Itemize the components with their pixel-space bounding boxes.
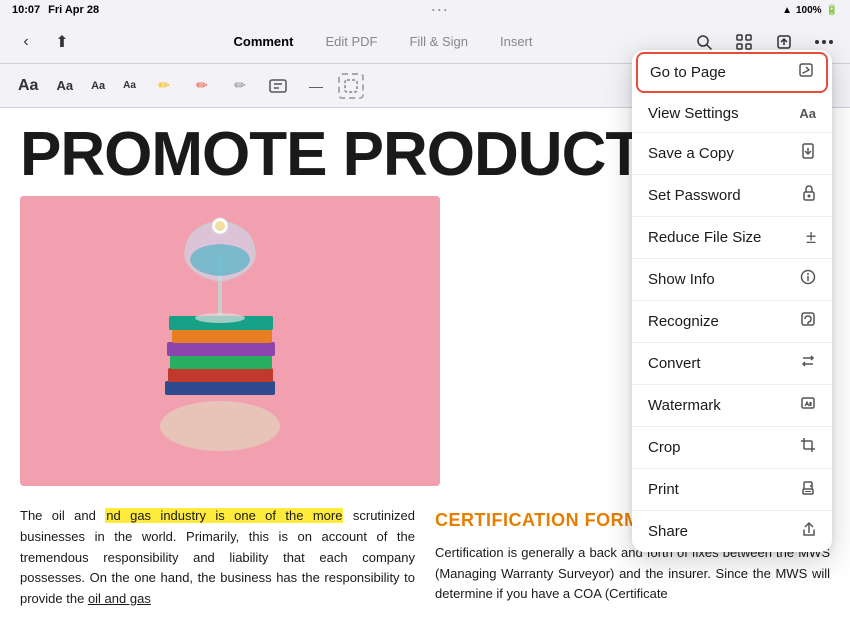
print-icon xyxy=(800,479,816,500)
menu-label-info: Show Info xyxy=(648,271,715,288)
battery-level: 100% xyxy=(796,5,822,16)
hero-illustration xyxy=(20,196,440,486)
font-size-large[interactable]: Aa xyxy=(12,74,44,98)
menu-item-crop[interactable]: Crop xyxy=(632,427,832,469)
tab-comment[interactable]: Comment xyxy=(217,28,309,55)
selection-tool[interactable] xyxy=(338,73,364,99)
menu-item-set-password[interactable]: Set Password xyxy=(632,175,832,217)
menu-label-goto: Go to Page xyxy=(650,64,726,81)
back-button[interactable]: ‹ xyxy=(12,28,40,56)
menu-label-print: Print xyxy=(648,481,679,498)
text-normal-1: The oil and xyxy=(20,508,105,523)
tab-fill-sign[interactable]: Fill & Sign xyxy=(393,28,484,55)
menu-label-view: View Settings xyxy=(648,105,739,122)
highlighted-text: nd gas industry is one of the more xyxy=(105,508,343,523)
share-button[interactable]: ⬆ xyxy=(48,28,76,56)
status-right: ▲ 100% 🔋 xyxy=(782,5,838,16)
menu-label-password: Set Password xyxy=(648,187,741,204)
share-icon xyxy=(802,521,816,542)
crop-icon xyxy=(800,437,816,458)
menu-label-share: Share xyxy=(648,523,688,540)
body-text: The oil and nd gas industry is one of th… xyxy=(20,506,415,610)
cert-text: Certification is generally a back and fo… xyxy=(435,543,830,605)
menu-item-reduce-size[interactable]: Reduce File Size ± xyxy=(632,217,832,259)
status-bar: 10:07 Fri Apr 28 ··· ▲ 100% 🔋 xyxy=(0,0,850,20)
status-date: Fri Apr 28 xyxy=(48,4,99,16)
font-size-xsmall[interactable]: Aa xyxy=(117,77,142,94)
menu-label-crop: Crop xyxy=(648,439,681,456)
menu-label-convert: Convert xyxy=(648,355,701,372)
goto-icon xyxy=(798,62,814,83)
tab-edit-pdf[interactable]: Edit PDF xyxy=(309,28,393,55)
watermark-icon xyxy=(800,395,816,416)
view-settings-icon: Aa xyxy=(799,106,816,121)
battery-icon: 🔋 xyxy=(826,5,838,16)
menu-item-goto-page[interactable]: Go to Page xyxy=(636,52,828,93)
menu-item-show-info[interactable]: Show Info xyxy=(632,259,832,301)
status-center: ··· xyxy=(432,3,450,17)
password-icon xyxy=(802,185,816,206)
wifi-icon: ▲ xyxy=(782,5,792,16)
menu-item-recognize[interactable]: Recognize xyxy=(632,301,832,343)
text-box-tool[interactable] xyxy=(262,70,294,102)
nav-buttons: ‹ ⬆ xyxy=(12,28,76,56)
page-image xyxy=(20,196,440,486)
menu-label-save: Save a Copy xyxy=(648,145,734,162)
menu-item-share[interactable]: Share xyxy=(632,511,832,552)
menu-item-view-settings[interactable]: View Settings Aa xyxy=(632,95,832,133)
highlight-tool[interactable]: ✏ xyxy=(148,70,180,102)
menu-item-watermark[interactable]: Watermark xyxy=(632,385,832,427)
save-copy-icon xyxy=(800,143,816,164)
menu-item-print[interactable]: Print xyxy=(632,469,832,511)
font-size-small[interactable]: Aa xyxy=(85,77,111,95)
dropdown-menu: Go to Page View Settings Aa Save a Copy … xyxy=(632,50,832,552)
info-icon xyxy=(800,269,816,290)
recognize-icon xyxy=(800,311,816,332)
reduce-size-icon: ± xyxy=(806,227,816,248)
text-column-left: The oil and nd gas industry is one of th… xyxy=(20,506,415,610)
font-size-medium[interactable]: Aa xyxy=(50,75,79,96)
convert-icon xyxy=(800,353,816,374)
tab-insert[interactable]: Insert xyxy=(484,28,549,55)
strikethrough-tool[interactable]: ✏ xyxy=(224,70,256,102)
underline-tool[interactable]: ✏ xyxy=(186,70,218,102)
menu-item-convert[interactable]: Convert xyxy=(632,343,832,385)
separator-tool[interactable]: — xyxy=(300,70,332,102)
status-time: 10:07 xyxy=(12,4,40,16)
menu-label-watermark: Watermark xyxy=(648,397,721,414)
toolbar-tabs: Comment Edit PDF Fill & Sign Insert xyxy=(80,28,686,55)
menu-item-save-copy[interactable]: Save a Copy xyxy=(632,133,832,175)
menu-label-recognize: Recognize xyxy=(648,313,719,330)
menu-label-reduce: Reduce File Size xyxy=(648,229,761,246)
